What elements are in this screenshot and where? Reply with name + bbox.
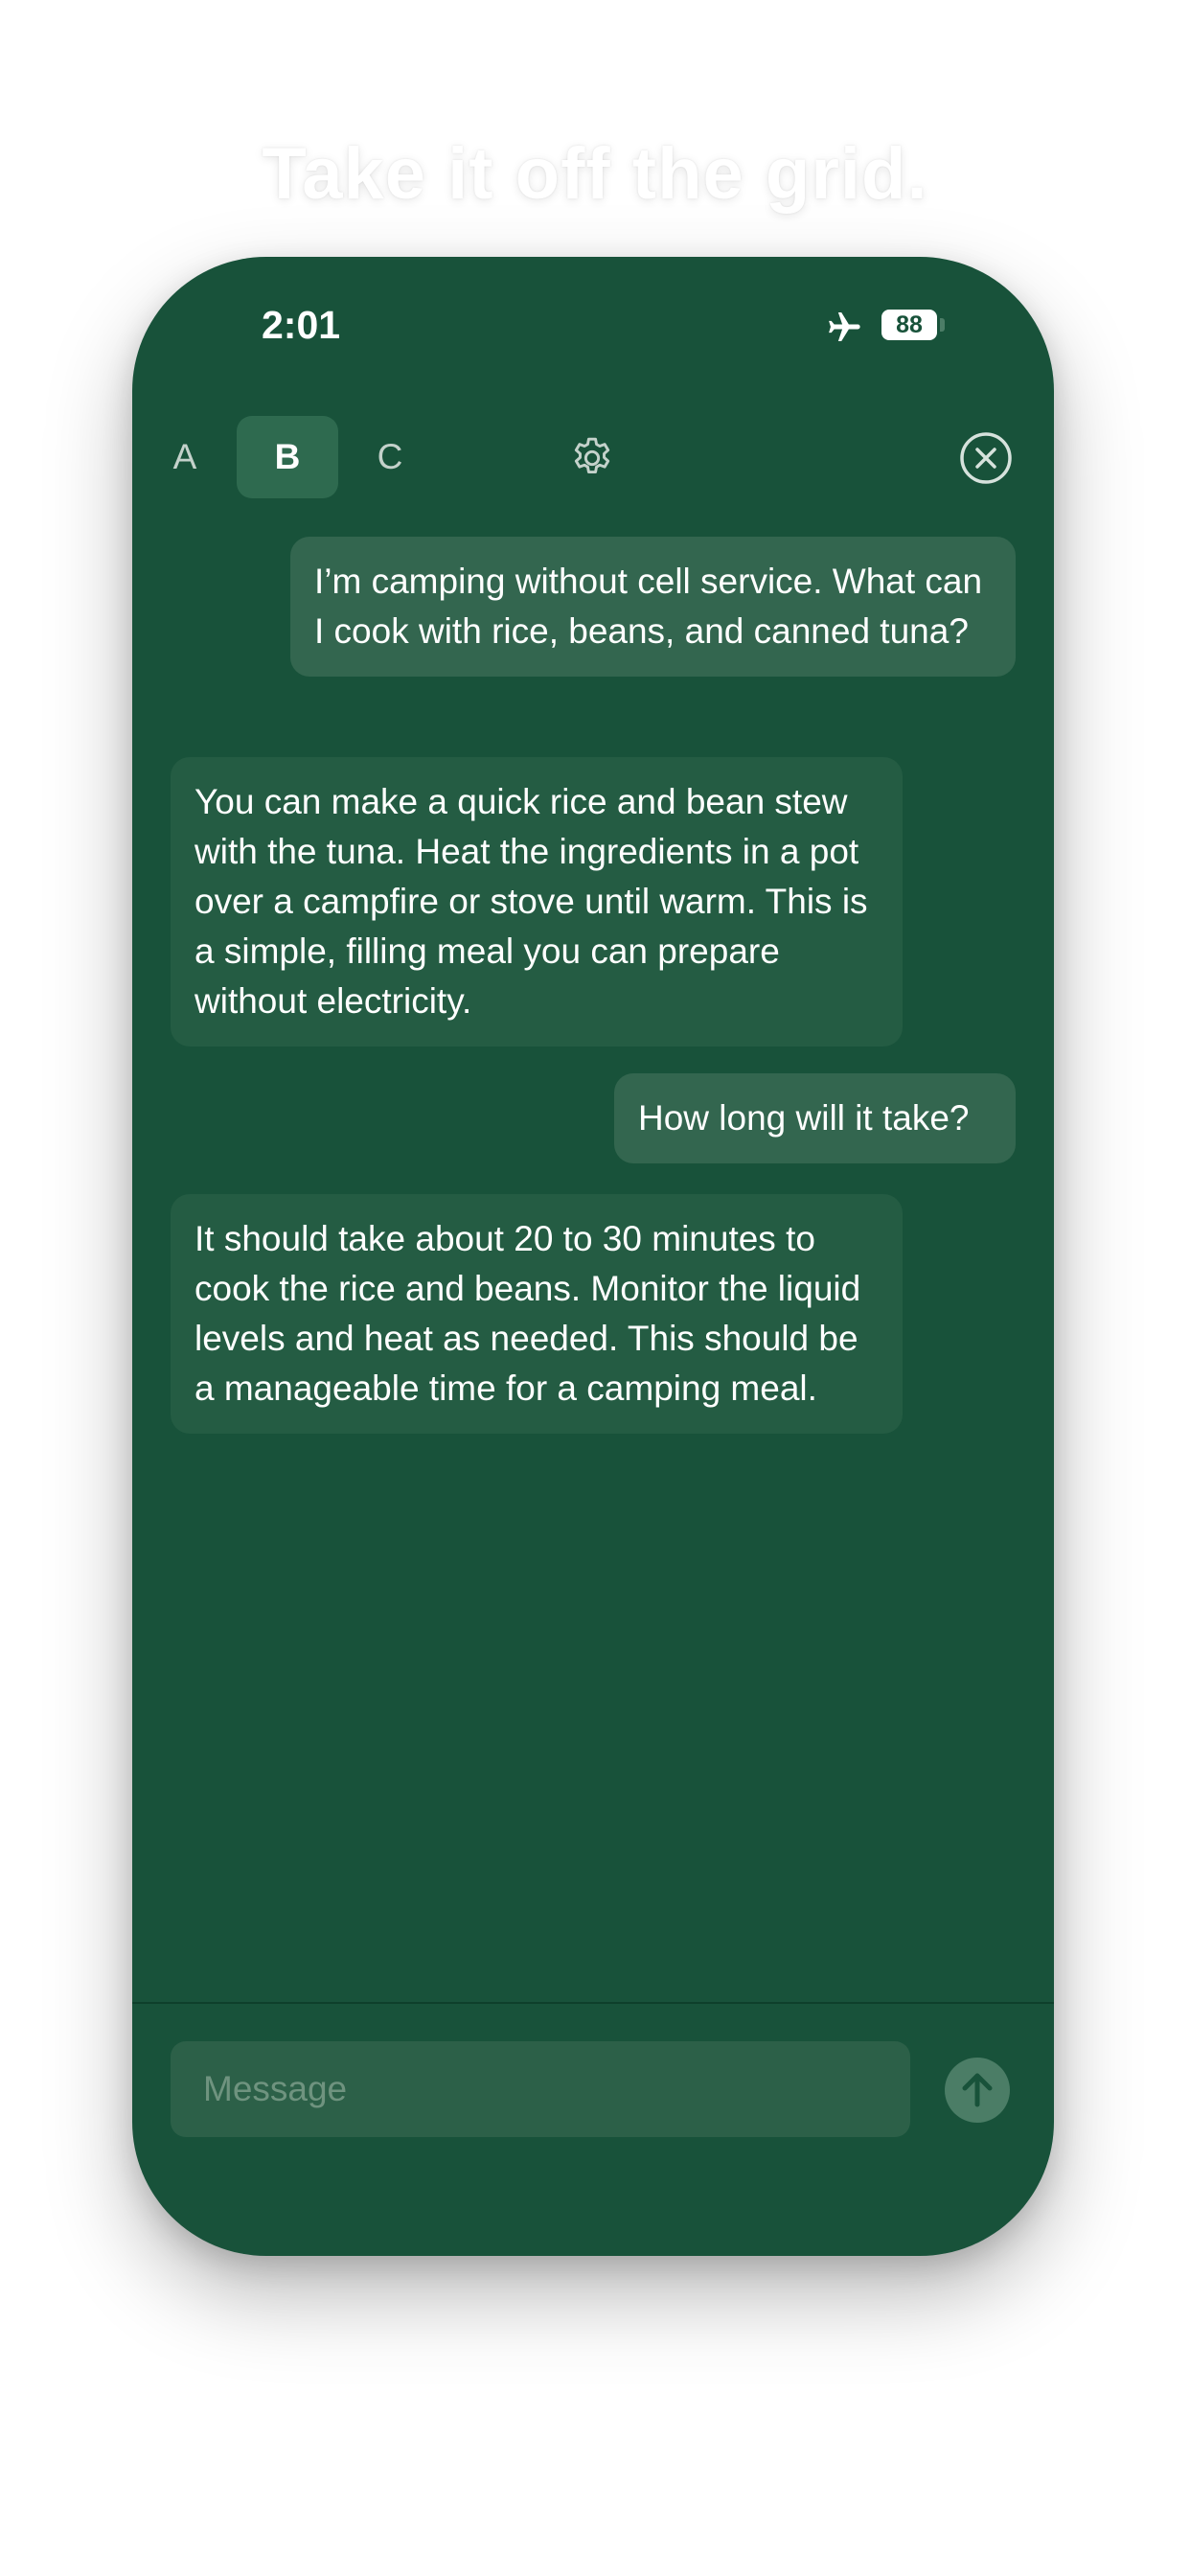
assistant-message: You can make a quick rice and bean stew … xyxy=(171,757,903,1046)
status-time: 2:01 xyxy=(262,303,341,347)
divider xyxy=(132,2002,1054,2004)
user-message: How long will it take? xyxy=(614,1073,1016,1163)
headline: Take it off the grid. xyxy=(262,133,928,215)
send-button[interactable] xyxy=(945,2058,1010,2123)
battery-icon: 88 xyxy=(881,310,937,340)
gear-icon[interactable] xyxy=(568,434,616,482)
tab-b[interactable]: B xyxy=(237,416,338,498)
message-input[interactable] xyxy=(171,2041,910,2137)
user-message: I’m camping without cell service. What c… xyxy=(290,537,1016,677)
arrow-up-icon xyxy=(962,2073,993,2107)
airplane-icon xyxy=(829,311,860,342)
assistant-message: It should take about 20 to 30 minutes to… xyxy=(171,1194,903,1434)
tab-a[interactable]: A xyxy=(144,416,226,498)
phone-screen: 2:01 88 A B C I’m camping without cell s… xyxy=(132,257,1054,2256)
battery-tip xyxy=(940,318,945,332)
close-icon[interactable] xyxy=(959,431,1013,485)
tab-c[interactable]: C xyxy=(349,416,431,498)
